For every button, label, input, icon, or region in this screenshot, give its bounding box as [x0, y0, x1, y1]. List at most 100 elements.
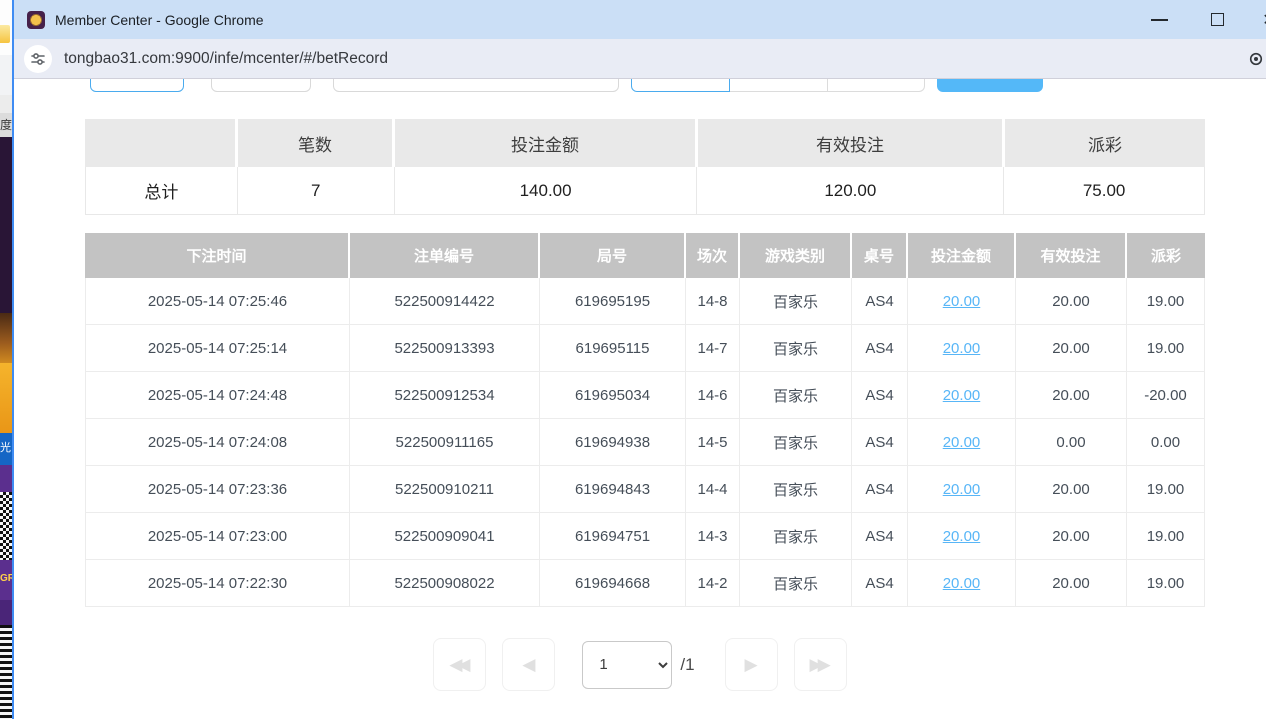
next-page-icon: ▶ [745, 655, 758, 675]
bet-amount-link[interactable]: 20.00 [943, 528, 981, 545]
last-page-icon: ▶▶ [810, 655, 826, 675]
prev-page-button[interactable]: ◀ [502, 638, 555, 691]
cell-payout: -20.00 [1127, 372, 1205, 418]
maximize-button[interactable] [1200, 0, 1234, 39]
cell-table-no: AS4 [852, 419, 908, 465]
segment-option[interactable] [828, 79, 925, 92]
bet-amount-link[interactable]: 20.00 [943, 481, 981, 498]
cell-game-type: 百家乐 [740, 466, 852, 512]
close-button[interactable]: ✕ [1254, 0, 1266, 39]
url-text[interactable]: tongbao31.com:9900/infe/mcenter/#/betRec… [64, 50, 388, 68]
first-page-button[interactable]: ◀◀ [433, 638, 486, 691]
close-icon: ✕ [1262, 10, 1266, 30]
record-target-icon[interactable] [1249, 52, 1263, 66]
background-page-strip: 度 光 GR [0, 0, 12, 719]
cell-round-no: 619694668 [540, 560, 686, 606]
bet-amount-link[interactable]: 20.00 [943, 293, 981, 310]
cell-bet-amount: 20.00 [908, 560, 1016, 606]
cell-payout: 19.00 [1127, 278, 1205, 324]
cell-session: 14-6 [686, 372, 740, 418]
table-row: 2025-05-14 07:23:36 522500910211 6196948… [86, 466, 1205, 513]
bet-record-table: 下注时间 注单编号 局号 场次 游戏类别 桌号 投注金额 有效投注 派彩 202… [85, 233, 1205, 607]
cell-bet-id: 522500909041 [350, 513, 540, 559]
filter-segment-group [631, 79, 925, 92]
pagination: ◀◀ ◀ 1 /1 ▶ ▶▶ [14, 638, 1266, 691]
tune-icon [30, 51, 46, 67]
next-page-button[interactable]: ▶ [725, 638, 778, 691]
filter-button-active[interactable] [90, 79, 184, 92]
last-page-button[interactable]: ▶▶ [794, 638, 847, 691]
cell-bet-time: 2025-05-14 07:25:46 [86, 278, 350, 324]
cell-valid-bet: 20.00 [1016, 513, 1127, 559]
summary-table: 笔数 投注金额 有效投注 派彩 总计 7 140.00 120.00 75.00 [85, 119, 1205, 215]
bet-amount-link[interactable]: 20.00 [943, 387, 981, 404]
site-settings-button[interactable] [24, 45, 52, 73]
cell-session: 14-4 [686, 466, 740, 512]
minimize-button[interactable] [1142, 0, 1176, 39]
date-range-input[interactable] [333, 79, 619, 92]
cell-session: 14-7 [686, 325, 740, 371]
site-favicon [27, 11, 45, 29]
total-label: 总计 [86, 167, 238, 214]
header-game-type: 游戏类别 [740, 233, 852, 278]
table-row: 2025-05-14 07:22:30 522500908022 6196946… [86, 560, 1205, 607]
cell-bet-time: 2025-05-14 07:24:48 [86, 372, 350, 418]
cell-bet-amount: 20.00 [908, 325, 1016, 371]
cell-round-no: 619694751 [540, 513, 686, 559]
folder-icon [0, 25, 10, 43]
cell-game-type: 百家乐 [740, 560, 852, 606]
table-row: 2025-05-14 07:25:46 522500914422 6196951… [86, 278, 1205, 325]
cell-table-no: AS4 [852, 560, 908, 606]
maximize-icon [1211, 13, 1224, 26]
total-count: 7 [238, 167, 395, 214]
minimize-icon [1151, 19, 1168, 21]
cell-bet-id: 522500910211 [350, 466, 540, 512]
cell-payout: 19.00 [1127, 513, 1205, 559]
total-bet-amount: 140.00 [395, 167, 698, 214]
cell-bet-amount: 20.00 [908, 278, 1016, 324]
window-title: Member Center - Google Chrome [55, 12, 264, 28]
header-session: 场次 [686, 233, 740, 278]
header-round-no: 局号 [540, 233, 686, 278]
segment-option[interactable] [730, 79, 828, 92]
background-banner-char: 光 [0, 433, 12, 465]
summary-header-row: 笔数 投注金额 有效投注 派彩 [85, 119, 1205, 167]
bet-amount-link[interactable]: 20.00 [943, 575, 981, 592]
bet-amount-link[interactable]: 20.00 [943, 434, 981, 451]
cell-game-type: 百家乐 [740, 419, 852, 465]
cell-session: 14-8 [686, 278, 740, 324]
table-row: 2025-05-14 07:23:00 522500909041 6196947… [86, 513, 1205, 560]
qr-code-fragment [0, 492, 12, 560]
cell-session: 14-3 [686, 513, 740, 559]
cell-payout: 0.00 [1127, 419, 1205, 465]
first-page-icon: ◀◀ [449, 655, 465, 675]
page-select[interactable]: 1 [582, 641, 672, 689]
table-row: 2025-05-14 07:24:08 522500911165 6196949… [86, 419, 1205, 466]
cell-game-type: 百家乐 [740, 278, 852, 324]
filter-button[interactable] [211, 79, 311, 92]
cell-bet-id: 522500908022 [350, 560, 540, 606]
cell-game-type: 百家乐 [740, 325, 852, 371]
header-valid-bet: 有效投注 [1016, 233, 1127, 278]
background-desktop [0, 0, 12, 55]
segment-option-active[interactable] [631, 79, 730, 92]
bet-amount-link[interactable]: 20.00 [943, 340, 981, 357]
search-button[interactable] [937, 79, 1043, 92]
header-bet-amount: 投注金额 [908, 233, 1016, 278]
cell-valid-bet: 0.00 [1016, 419, 1127, 465]
cell-valid-bet: 20.00 [1016, 560, 1127, 606]
cell-bet-time: 2025-05-14 07:22:30 [86, 560, 350, 606]
cell-bet-id: 522500912534 [350, 372, 540, 418]
address-bar[interactable]: tongbao31.com:9900/infe/mcenter/#/betRec… [14, 39, 1266, 79]
cell-session: 14-5 [686, 419, 740, 465]
cell-bet-time: 2025-05-14 07:25:14 [86, 325, 350, 371]
cell-table-no: AS4 [852, 325, 908, 371]
bet-table-body: 2025-05-14 07:25:46 522500914422 6196951… [85, 278, 1205, 607]
cell-valid-bet: 20.00 [1016, 278, 1127, 324]
cell-round-no: 619694938 [540, 419, 686, 465]
header-table-no: 桌号 [852, 233, 908, 278]
cell-bet-amount: 20.00 [908, 513, 1016, 559]
summary-header-valid-bet: 有效投注 [698, 119, 1005, 167]
cell-bet-amount: 20.00 [908, 372, 1016, 418]
cell-payout: 19.00 [1127, 466, 1205, 512]
